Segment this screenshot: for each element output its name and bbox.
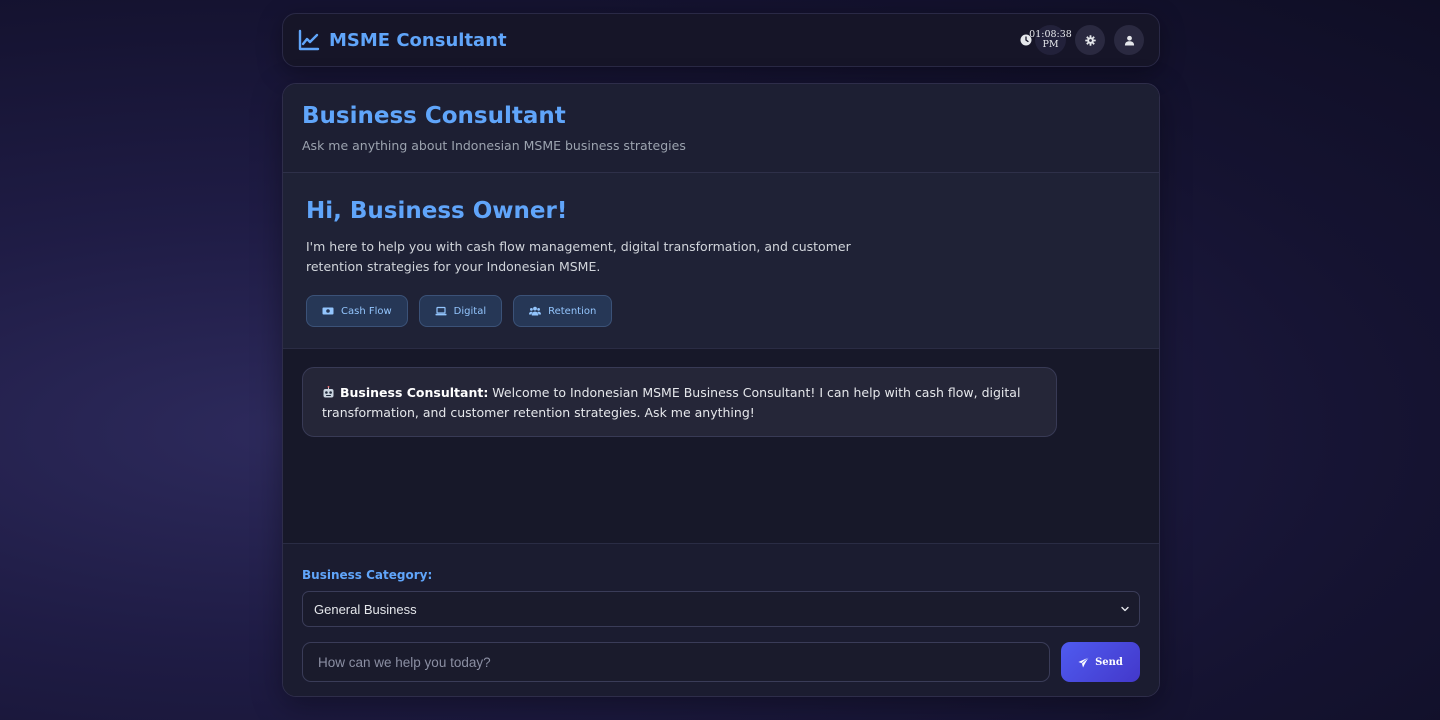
message-sender: Business Consultant: <box>340 385 489 400</box>
chip-cash-flow[interactable]: Cash Flow <box>306 295 408 327</box>
settings-button[interactable] <box>1075 25 1105 55</box>
welcome-text: I'm here to help you with cash flow mana… <box>306 239 851 274</box>
consultant-panel: Business Consultant Ask me anything abou… <box>282 83 1160 697</box>
chip-digital[interactable]: Digital <box>418 295 503 327</box>
user-icon <box>1124 35 1134 46</box>
welcome-section: Hi, Business Owner! I'm here to help you… <box>283 173 1159 349</box>
laptop-icon <box>435 306 447 316</box>
chat-messages[interactable]: Business Consultant: Welcome to Indonesi… <box>283 349 1159 544</box>
clock-time-period: PM <box>1042 39 1059 50</box>
panel-header: Business Consultant Ask me anything abou… <box>283 84 1159 173</box>
money-bill-icon <box>322 307 334 315</box>
composer: Business Category: General Business Send <box>283 544 1159 696</box>
robot-icon <box>323 386 334 398</box>
panel-subtitle: Ask me anything about Indonesian MSME bu… <box>302 138 686 153</box>
brand[interactable]: MSME Consultant <box>297 28 507 52</box>
clock-time: 01:08:38 PM <box>1029 25 1072 55</box>
paper-plane-icon <box>1078 656 1089 668</box>
category-label: Business Category: <box>302 568 433 582</box>
category-selected-value: General Business <box>314 601 417 617</box>
welcome-title: Hi, Business Owner! <box>306 198 568 224</box>
topic-chips: Cash Flow Digital Retention <box>306 295 1136 327</box>
header-actions: 01:08:38 PM <box>1020 25 1144 55</box>
chip-label: Digital <box>453 305 487 317</box>
top-navbar: MSME Consultant 01:08:38 PM <box>282 13 1160 67</box>
chevron-down-icon <box>1121 606 1129 612</box>
message-input-row: Send <box>302 642 1140 682</box>
app-container: MSME Consultant 01:08:38 PM Business Con… <box>282 13 1160 697</box>
users-icon <box>529 306 542 316</box>
chart-line-icon <box>298 29 320 51</box>
send-button[interactable]: Send <box>1061 642 1140 682</box>
chip-retention[interactable]: Retention <box>513 295 613 327</box>
panel-title: Business Consultant <box>302 103 566 129</box>
gear-icon <box>1084 34 1096 46</box>
user-profile-button[interactable] <box>1114 25 1144 55</box>
app-title: MSME Consultant <box>329 29 507 51</box>
send-label: Send <box>1095 656 1123 668</box>
chip-label: Retention <box>548 305 597 317</box>
bot-message: Business Consultant: Welcome to Indonesi… <box>302 367 1057 437</box>
message-input[interactable] <box>302 642 1050 682</box>
clock-display: 01:08:38 PM <box>1020 25 1072 55</box>
category-select[interactable]: General Business <box>302 591 1140 627</box>
chip-label: Cash Flow <box>341 305 392 317</box>
